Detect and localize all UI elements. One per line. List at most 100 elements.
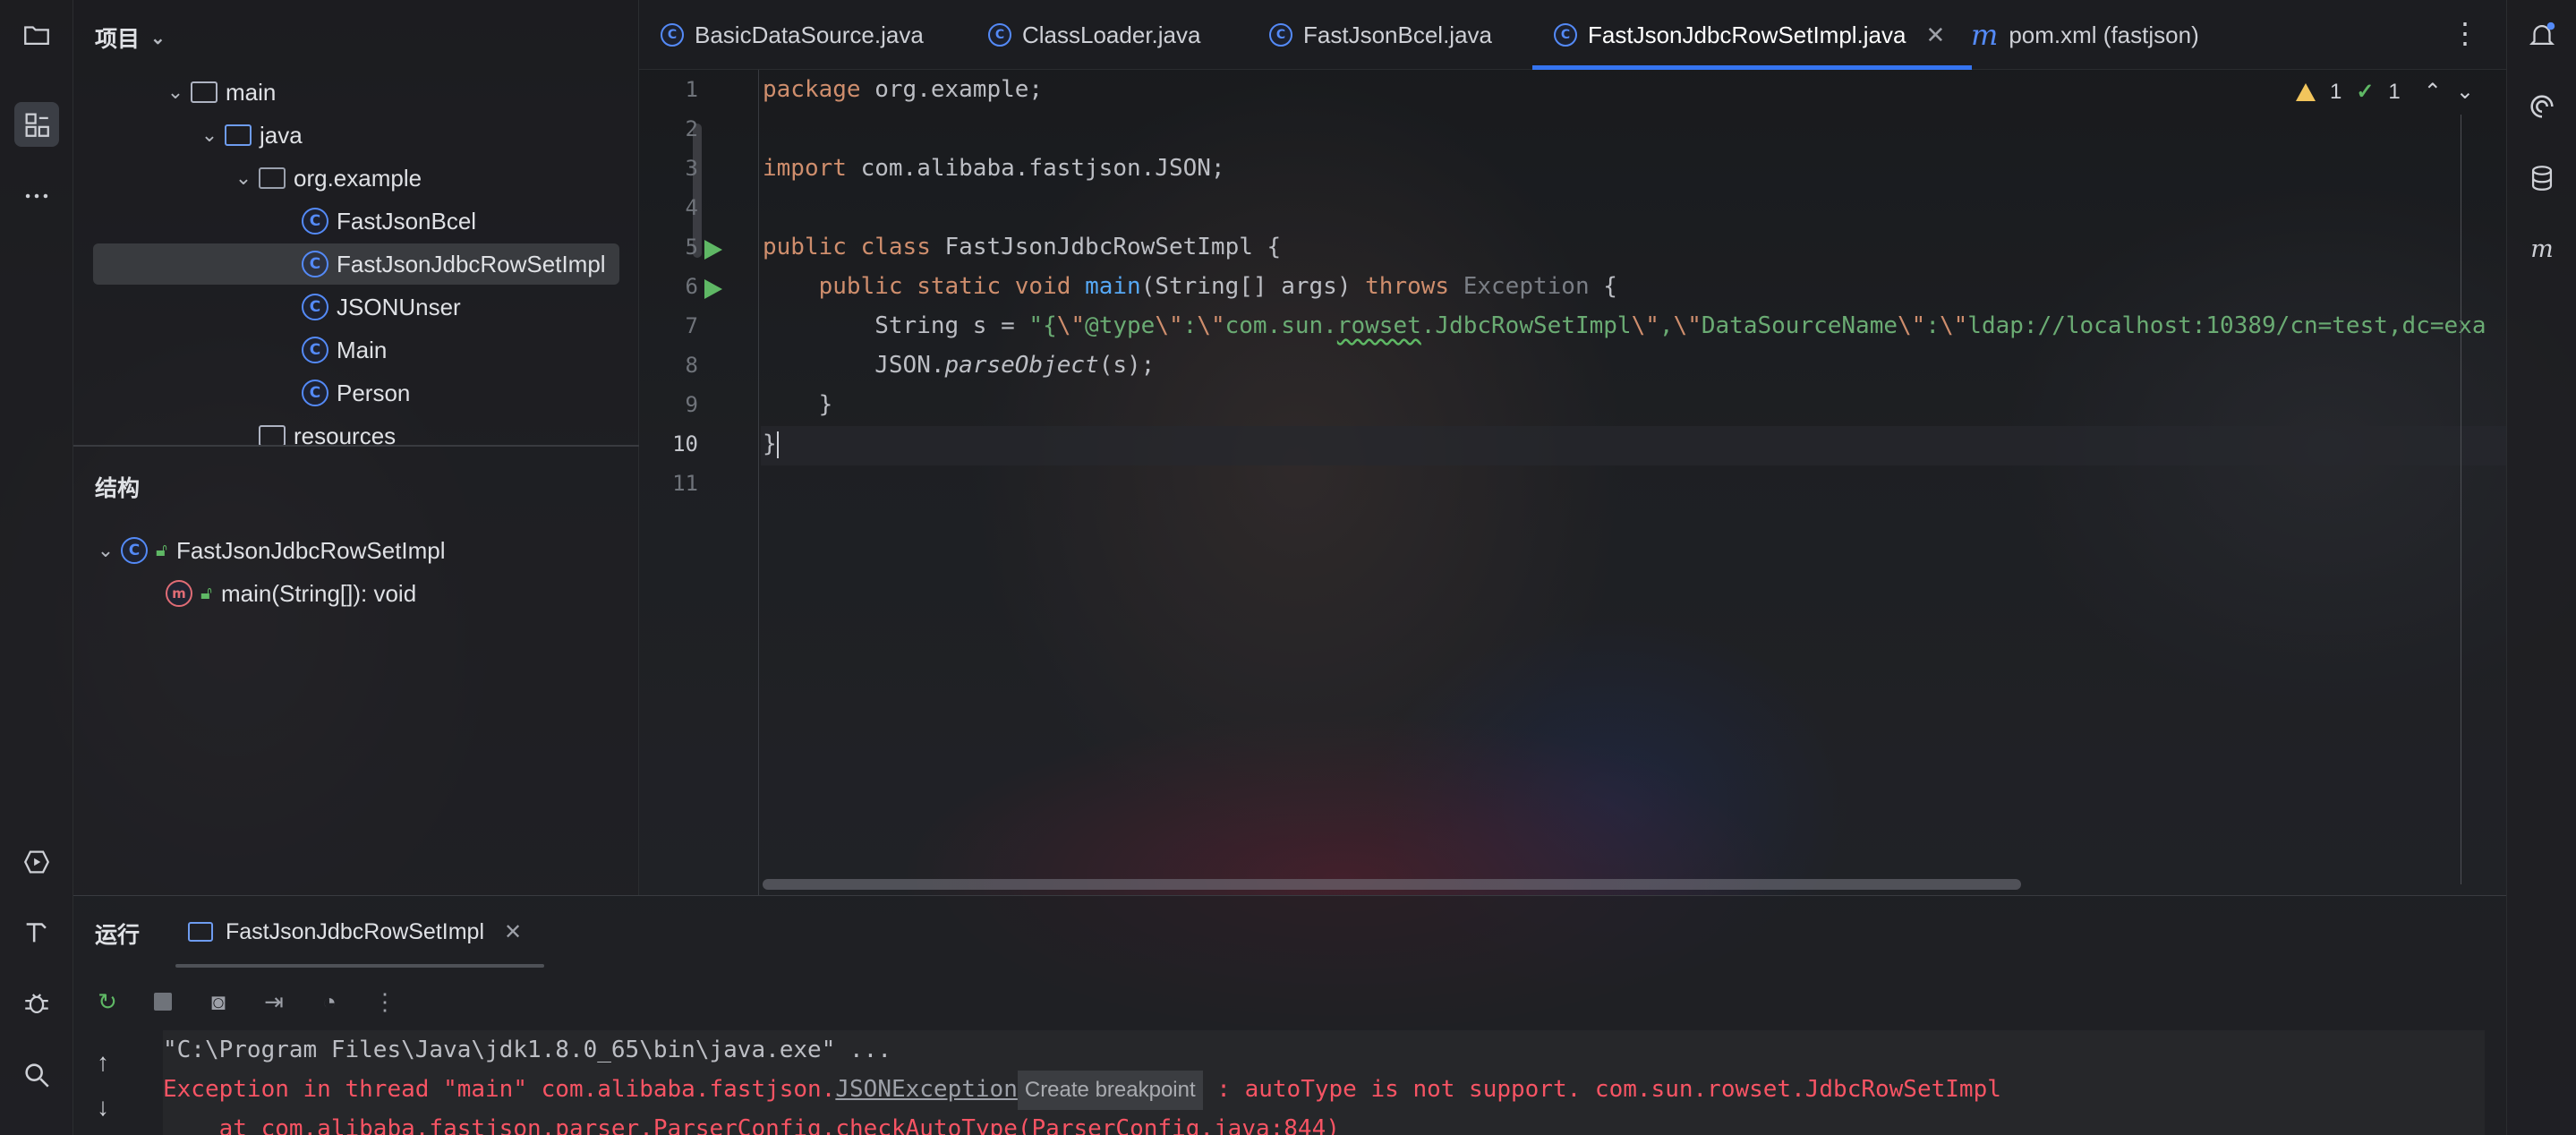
ok-count: 1 <box>2388 79 2401 104</box>
tree-item-fastjsonbcel[interactable]: C FastJsonBcel <box>299 201 476 242</box>
tab-classloader[interactable]: C ClassLoader.java <box>988 0 1200 70</box>
database-icon[interactable] <box>2521 158 2563 199</box>
code-token: FastJsonJdbcRowSetImpl <box>944 234 1253 260</box>
code-token: } <box>763 431 777 457</box>
line-number: 9 <box>685 392 698 417</box>
class-icon: C <box>299 291 331 323</box>
tabs-more-icon[interactable]: ⋮ <box>2451 16 2479 50</box>
debug-bug-icon[interactable] <box>14 981 59 1026</box>
exit-icon[interactable]: ⇥ <box>258 986 290 1018</box>
run-main-gutter-icon[interactable] <box>704 279 724 301</box>
tree-item-label: JSONUnser <box>337 293 461 320</box>
maven-m-icon[interactable]: m <box>2521 227 2563 269</box>
editor-tab-bar: C BasicDataSource.java C ClassLoader.jav… <box>639 0 2506 70</box>
chevron-down-icon[interactable]: ⌄ <box>2456 79 2474 105</box>
class-icon: C <box>299 248 331 280</box>
gauge-icon[interactable]: ◔ <box>313 986 345 1018</box>
source-folder-icon <box>222 119 254 151</box>
class-icon: C <box>988 23 1011 47</box>
line-number: 3 <box>685 156 698 181</box>
class-icon: C <box>299 205 331 237</box>
run-class-gutter-icon[interactable] <box>704 240 724 261</box>
close-icon[interactable]: ✕ <box>504 919 522 945</box>
structure-item-class[interactable]: ⌄ C 🔓︎ FastJsonJdbcRowSetImpl <box>93 530 446 571</box>
tree-item-jsonunser[interactable]: C JSONUnser <box>299 286 461 328</box>
class-icon: C <box>661 23 684 47</box>
stop-icon[interactable] <box>147 986 179 1018</box>
exception-link[interactable]: JSONException <box>835 1076 1018 1103</box>
project-folder-icon[interactable] <box>14 13 59 57</box>
build-hammer-icon[interactable] <box>14 909 59 954</box>
code-token: class <box>860 234 931 260</box>
check-icon: ✓ <box>2356 80 2375 104</box>
camera-icon[interactable]: ◙ <box>202 986 235 1018</box>
tree-item-fastjsonjdbcrowsetimpl[interactable]: C FastJsonJdbcRowSetImpl <box>93 243 619 285</box>
chevron-up-icon[interactable]: ⌃ <box>2424 79 2442 105</box>
inspection-widget[interactable]: 1 ✓ 1 ⌃ ⌄ <box>2295 79 2474 105</box>
tree-item-main-class[interactable]: C Main <box>299 329 387 371</box>
run-tab[interactable]: FastJsonJdbcRowSetImpl ✕ <box>188 912 522 952</box>
console-text: Exception in thread "main" com.alibaba.f… <box>163 1076 836 1103</box>
close-icon[interactable]: ✕ <box>1925 21 1945 49</box>
ai-assistant-spiral-icon[interactable] <box>2521 86 2563 127</box>
tree-item-java[interactable]: ⌄ java <box>197 115 303 156</box>
tree-item-label: FastJsonJdbcRowSetImpl <box>337 250 606 277</box>
services-icon[interactable] <box>14 840 59 884</box>
structure-tool-icon[interactable] <box>14 102 59 147</box>
tab-fastjsonbcel[interactable]: C FastJsonBcel.java <box>1269 0 1492 70</box>
code-token: import <box>763 155 847 182</box>
tab-label: FastJsonJdbcRowSetImpl.java <box>1588 21 1906 48</box>
code-token: \" <box>1056 312 1086 339</box>
code-token: org.example; <box>860 76 1044 103</box>
tab-fastjsonjdbcrowsetimpl[interactable]: C FastJsonJdbcRowSetImpl.java ✕ <box>1531 0 1973 70</box>
code-token: rowset <box>1336 312 1421 339</box>
tree-item-resources[interactable]: resources <box>231 415 396 457</box>
console-text: ) <box>1326 1115 1340 1135</box>
code-token: String s = <box>874 312 1029 339</box>
tree-item-person[interactable]: C Person <box>299 372 410 414</box>
code-token: com.sun. <box>1224 312 1337 339</box>
more-tools-icon[interactable] <box>14 174 59 218</box>
tree-item-label: main <box>226 78 277 106</box>
code-line-3: import com.alibaba.fastjson.JSON; <box>763 149 1225 188</box>
arrow-up-icon[interactable]: ↑ <box>97 1048 109 1077</box>
tree-item-org-example[interactable]: ⌄ org.example <box>231 158 422 199</box>
code-token: (String[] args) <box>1140 273 1366 300</box>
console-output[interactable]: "C:\Program Files\Java\jdk1.8.0_65\bin\j… <box>163 1030 2485 1135</box>
code-token: { <box>1589 273 1617 300</box>
stacktrace-link[interactable]: ParserConfig.java:844 <box>1032 1115 1326 1135</box>
console-line-stacktrace: at com.alibaba.fastjson.parser.ParserCon… <box>163 1109 1340 1135</box>
notifications-bell-icon[interactable] <box>2521 14 2563 55</box>
code-token: \" <box>1155 312 1183 339</box>
code-editor[interactable]: 1 2 3 4 5 6 7 8 9 10 11 1 ✓ 1 ⌃ ⌄ packag… <box>639 70 2506 895</box>
code-line-1: package org.example; <box>763 70 1043 109</box>
tab-basicdatasource[interactable]: C BasicDataSource.java <box>661 0 924 70</box>
search-icon[interactable] <box>14 1053 59 1097</box>
line-number: 4 <box>685 195 698 220</box>
more-options-icon[interactable]: ⋮ <box>369 986 401 1018</box>
console-gutter: ↑ ↓ <box>73 1030 143 1135</box>
panel-divider <box>73 445 639 447</box>
arrow-down-icon[interactable]: ↓ <box>97 1093 109 1122</box>
code-token: package <box>763 76 861 103</box>
structure-method-label: main(String[]): void <box>220 579 417 607</box>
class-icon: C <box>299 334 331 366</box>
class-icon: C <box>1269 23 1292 47</box>
project-panel-header[interactable]: 项目 ⌄ <box>95 21 166 54</box>
create-breakpoint-tooltip[interactable]: Create breakpoint <box>1017 1071 1203 1110</box>
code-line-8: JSON.parseObject(s); <box>763 346 1155 385</box>
rerun-icon[interactable]: ↻ <box>91 986 124 1018</box>
chevron-down-icon: ⌄ <box>166 81 184 103</box>
code-token: parseObject <box>944 352 1099 379</box>
tree-item-label: java <box>260 121 303 149</box>
run-panel-title: 运行 <box>95 923 141 948</box>
folder-icon <box>188 76 220 108</box>
structure-item-method[interactable]: m 🔓︎ main(String[]): void <box>163 573 416 614</box>
tree-item-main[interactable]: ⌄ main <box>163 72 277 113</box>
tab-pom-xml[interactable]: m pom.xml (fastjson) <box>1971 0 2199 70</box>
code-token: main <box>1085 273 1141 300</box>
code-token: \" <box>1197 312 1225 339</box>
code-token: \" <box>1673 312 1702 339</box>
editor-horizontal-scrollbar[interactable] <box>763 879 2021 890</box>
run-toolbar: ↻ ◙ ⇥ ◔ ⋮ <box>91 986 401 1018</box>
